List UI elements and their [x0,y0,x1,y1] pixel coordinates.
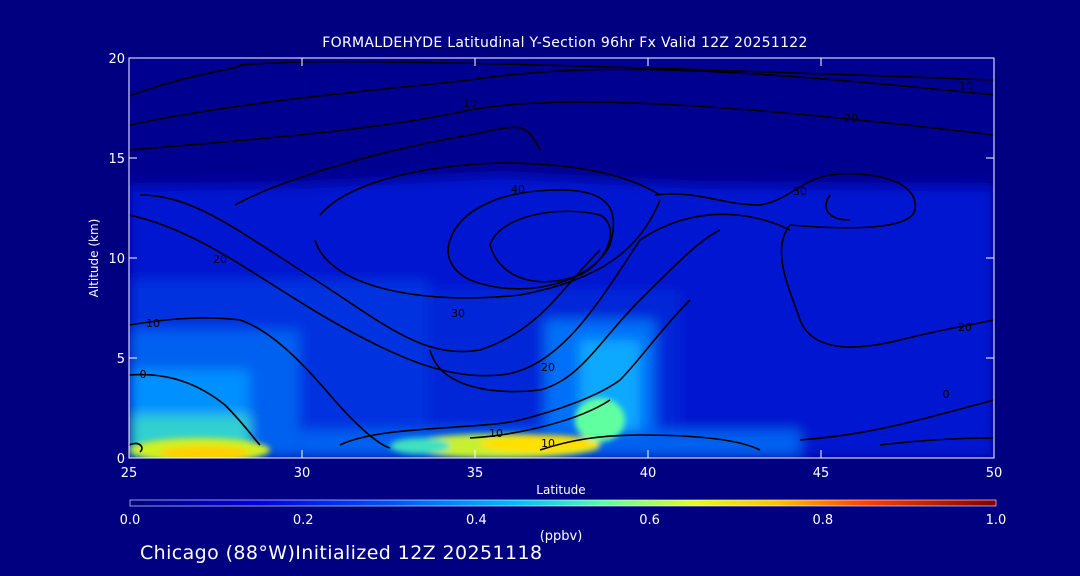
contour-label: 10 [959,80,973,93]
contour-label: 10 [463,97,477,110]
heatmap-field [129,58,994,458]
colorbar-tick-label: 0.0 [120,513,141,528]
footer-caption: Chicago (88°W)Initialized 12Z 20251118 [140,542,543,564]
contour-label: 0 [140,368,147,381]
colorbar-tick-label: 0.6 [639,513,660,528]
contour-label: 30 [451,307,465,320]
colorbar-tick-label: 1.0 [986,513,1007,528]
contour-label: 30 [793,185,807,198]
contour-label: 20 [213,253,227,266]
y-axis-label: Altitude (km) [87,219,101,298]
x-tick-label: 25 [121,466,138,481]
contour-label: 20 [958,321,972,334]
y-tick-label: 5 [117,352,125,367]
y-tick-label: 20 [108,52,125,67]
colorbar-tick-label: 0.2 [293,513,314,528]
x-tick-label: 45 [813,466,830,481]
x-axis-label: Latitude [536,483,585,497]
x-tick-label: 50 [986,466,1003,481]
contour-label: 20 [844,112,858,125]
contour-label: 0 [943,388,950,401]
colorbar-tick-label: 0.8 [812,513,833,528]
contour-label: 10 [146,317,160,330]
contour-label: 10 [489,427,503,440]
y-tick-label: 15 [108,152,125,167]
colorbar [129,499,997,507]
contour-label: 40 [511,183,525,196]
y-tick-label: 10 [108,252,125,267]
x-tick-label: 35 [467,466,484,481]
contour-label: 20 [541,361,555,374]
chart-figure: 01020304010203010201001020 25 30 35 40 45 50 … [87,52,1007,544]
x-tick-label: 40 [640,466,657,481]
y-tick-label: 0 [117,452,125,467]
x-tick-label: 30 [294,466,311,481]
colorbar-unit-label: (ppbv) [540,529,583,544]
colorbar-tick-label: 0.4 [466,513,487,528]
contour-label: 10 [541,437,555,450]
